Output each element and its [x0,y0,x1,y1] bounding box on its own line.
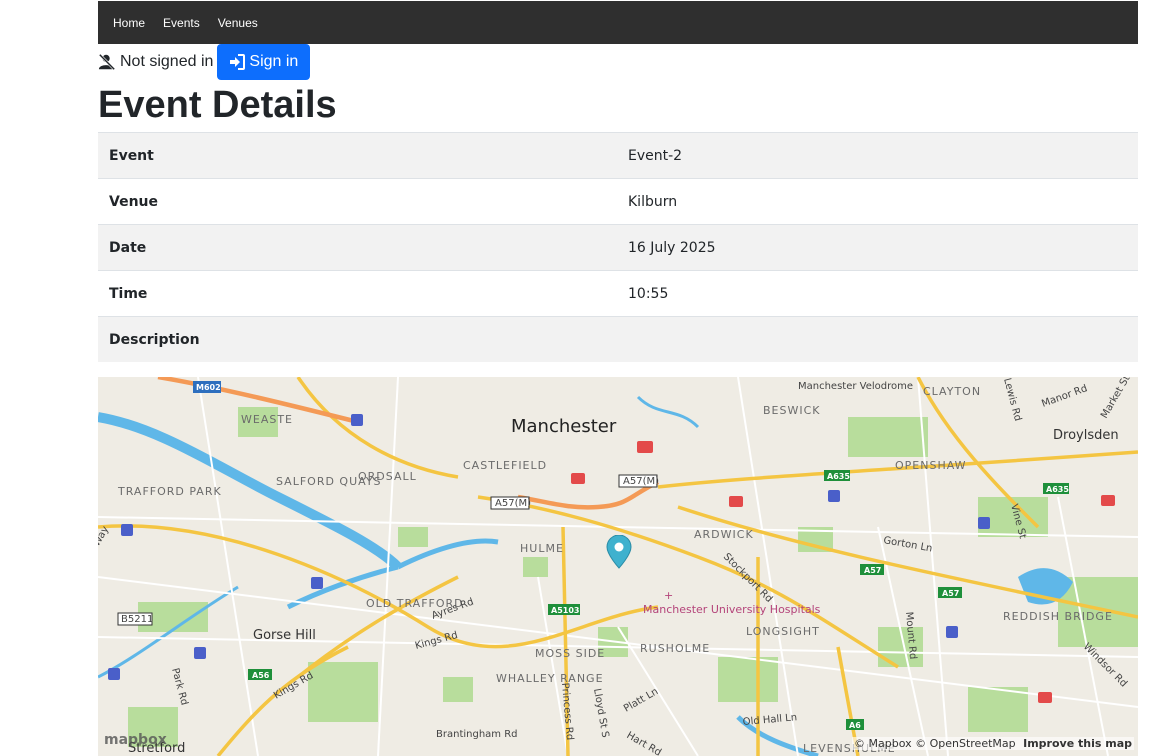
map-label-clayton: CLAYTON [923,385,981,398]
table-row: Time 10:55 [98,270,1138,317]
venue-marker-icon[interactable] [606,535,632,569]
shield-a57m-1: A57(M) [495,498,531,509]
map-label-trafford-park: TRAFFORD PARK [117,485,222,498]
description-value [617,316,1138,362]
table-row: Date 16 July 2025 [98,224,1138,271]
nav-events-link[interactable]: Events [163,16,200,30]
map-label-whalley-range: WHALLEY RANGE [496,672,604,685]
time-value: 10:55 [617,270,1138,317]
table-row: Event Event-2 [98,132,1138,179]
sign-in-button[interactable]: Sign in [217,44,311,80]
shield-a6: A6 [849,721,861,730]
map-label-rusholme: RUSHOLME [640,642,710,655]
time-label: Time [98,270,617,317]
hospital-cross-icon: + [664,589,673,602]
top-navbar: Home Events Venues [98,1,1138,44]
user-slash-icon [98,53,116,71]
map-label-velodrome: Manchester Velodrome [798,381,913,392]
page-title: Event Details [98,84,337,126]
mapbox-logo[interactable]: mapbox [104,732,167,748]
date-label: Date [98,224,617,271]
shield-a5103: A5103 [551,606,579,615]
map-label-openshaw: OPENSHAW [895,459,967,472]
description-label: Description [98,316,617,362]
signin-status-text: Not signed in [120,53,214,70]
event-value: Event-2 [617,132,1138,179]
map-label-weaste: WEASTE [241,413,293,426]
date-value: 16 July 2025 [617,224,1138,271]
shield-a57-1: A57 [864,566,881,575]
map-label-ordsall: ORDSALL [358,470,417,483]
map-label-castlefield: CASTLEFIELD [463,459,547,472]
map-label-reddish-bridge: REDDISH BRIDGE [1003,610,1113,623]
event-label: Event [98,132,617,179]
map-label-hulme: HULME [520,542,564,555]
map-label-manchester: Manchester [511,416,617,437]
venue-map[interactable]: Manchester Droylsden Manchester Velodrom… [98,377,1138,756]
shield-a57m-2: A57(M) [623,476,659,487]
sign-in-icon [230,54,246,70]
event-details-table: Event Event-2 Venue Kilburn Date 16 July… [98,132,1138,362]
osm-attribution-link[interactable]: © OpenStreetMap [915,737,1016,750]
nav-venues-link[interactable]: Venues [218,16,258,30]
map-label-longsight: LONGSIGHT [746,625,820,638]
mapbox-attribution-link[interactable]: © Mapbox [854,737,912,750]
table-row: Description [98,316,1138,362]
road-brantingham-rd: Brantingham Rd [436,729,518,740]
sign-in-label: Sign in [249,53,299,70]
shield-a635-1: A635 [827,472,850,481]
shield-a57-2: A57 [942,589,959,598]
nav-home-link[interactable]: Home [113,16,145,30]
shield-a635-2: A635 [1046,485,1069,494]
table-row: Venue Kilburn [98,178,1138,225]
shield-b5211: B5211 [121,614,153,625]
venue-label: Venue [98,178,617,225]
map-label-beswick: BESWICK [763,404,821,417]
map-label-gorse-hill: Gorse Hill [253,628,316,643]
map-label-ardwick: ARDWICK [694,528,754,541]
map-label-hospital: Manchester University Hospitals [643,603,821,616]
venue-value: Kilburn [617,178,1138,225]
map-attribution: © Mapbox © OpenStreetMap Improve this ma… [852,737,1134,750]
shield-m602: M602 [196,383,221,392]
auth-status-row: Not signed in Sign in [98,44,311,80]
map-label-droylsden: Droylsden [1053,428,1119,443]
improve-map-link[interactable]: Improve this map [1023,737,1132,750]
map-label-moss-side: MOSS SIDE [535,647,605,660]
shield-a56: A56 [252,671,270,680]
